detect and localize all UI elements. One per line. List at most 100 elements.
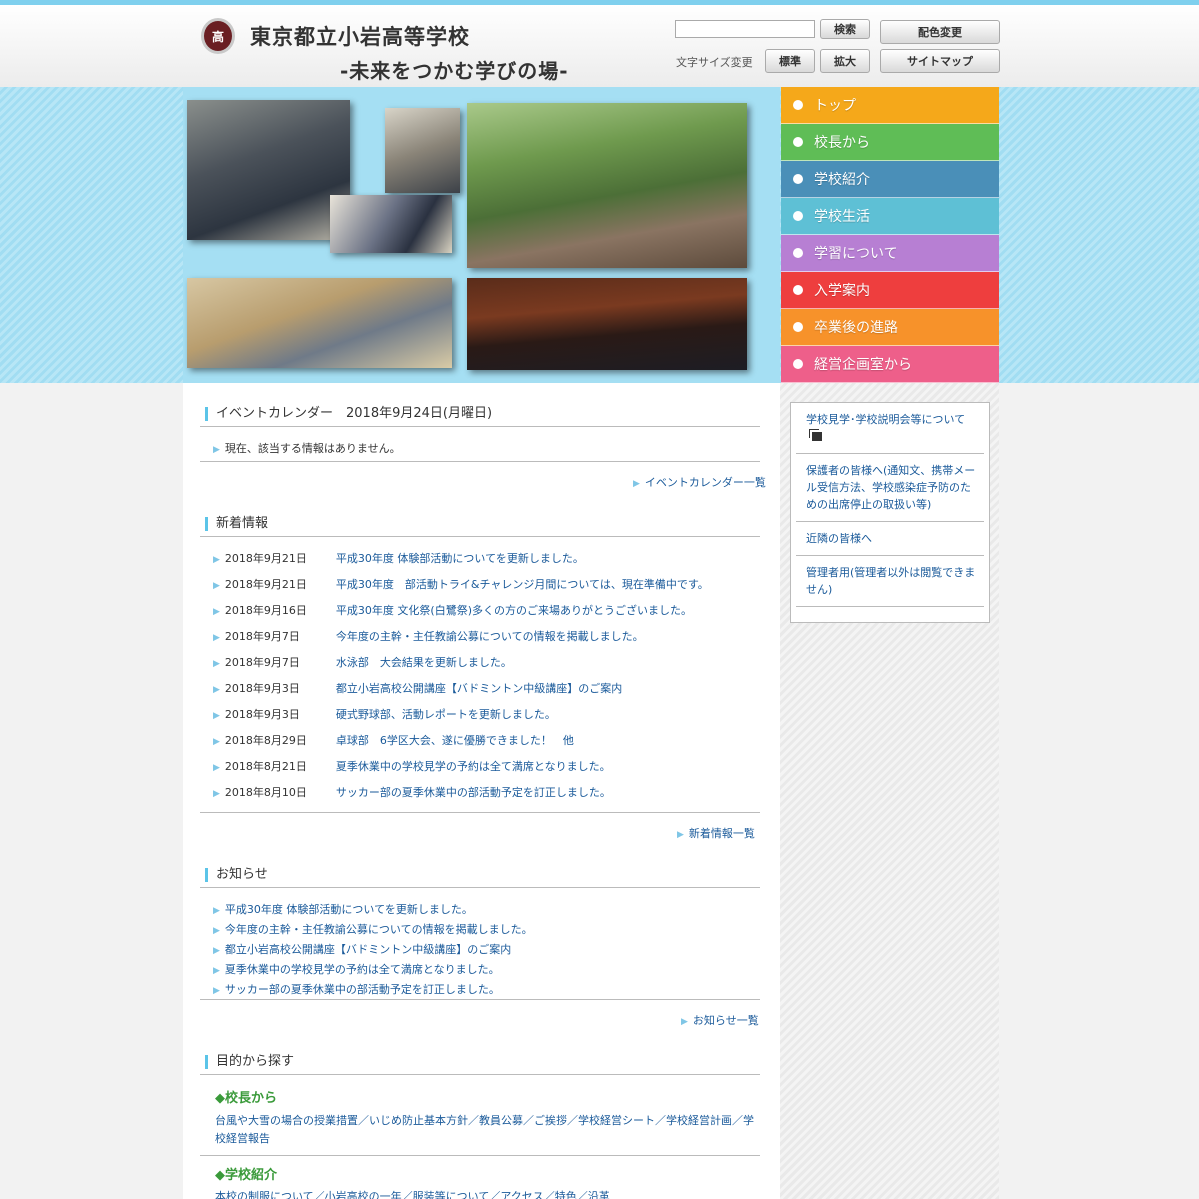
event-calendar-heading: イベントカレンダー 2018年9月24日(月曜日) bbox=[200, 402, 760, 427]
search-button[interactable]: 検索 bbox=[820, 19, 870, 39]
caret-icon: ▶ bbox=[213, 789, 220, 799]
font-large-button[interactable]: 拡大 bbox=[820, 49, 870, 73]
caret-icon: ▶ bbox=[213, 555, 220, 565]
sidebar-link[interactable]: 学校見学･学校説明会等について bbox=[796, 403, 984, 454]
news-date: 2018年9月16日 bbox=[224, 604, 307, 617]
sidebar-links-box: 学校見学･学校説明会等について保護者の皆様へ(通知文、携帯メール受信方法、学校感… bbox=[790, 402, 990, 623]
event-calendar-empty: ▶ 現在、該当する情報はありません。 bbox=[213, 442, 401, 455]
news-date: 2018年8月29日 bbox=[224, 734, 307, 747]
sidebar-link-label: 近隣の皆様へ bbox=[806, 532, 872, 545]
caret-icon: ▶ bbox=[677, 830, 684, 840]
notices-more-link[interactable]: ▶ お知らせ一覧 bbox=[681, 1012, 759, 1028]
caret-icon: ▶ bbox=[213, 685, 220, 695]
bullet-icon bbox=[793, 248, 803, 258]
news-date: 2018年9月3日 bbox=[224, 708, 300, 721]
caret-icon: ▶ bbox=[213, 926, 220, 936]
global-nav-item[interactable]: 卒業後の進路 bbox=[781, 309, 999, 346]
sidebar-link[interactable]: 管理者用(管理者以外は閲覧できません) bbox=[796, 556, 984, 607]
gym-photo bbox=[187, 278, 452, 368]
notice-link[interactable]: サッカー部の夏季休業中の部活動予定を訂正しました。 bbox=[225, 983, 500, 996]
divider bbox=[200, 999, 760, 1000]
bullet-icon bbox=[793, 137, 803, 147]
news-date: 2018年9月21日 bbox=[224, 578, 307, 591]
global-nav-item[interactable]: 学校生活 bbox=[781, 198, 999, 235]
global-nav-item[interactable]: 学校紹介 bbox=[781, 161, 999, 198]
news-link[interactable]: 平成30年度 部活動トライ&チャレンジ月間については、現在準備中です。 bbox=[336, 578, 709, 591]
bullet-icon bbox=[793, 100, 803, 110]
news-link[interactable]: サッカー部の夏季休業中の部活動予定を訂正しました。 bbox=[336, 786, 611, 799]
bullet-icon bbox=[793, 359, 803, 369]
purpose-group-links[interactable]: 本校の制服について／小岩高校の一年／服装等について／アクセス／特色／沿革 bbox=[215, 1188, 755, 1199]
notice-link[interactable]: 夏季休業中の学校見学の予約は全て満席となりました。 bbox=[225, 963, 500, 976]
global-nav-label: 学校紹介 bbox=[814, 172, 870, 188]
office-photo bbox=[385, 108, 460, 193]
news-row: ▶ 2018年9月3日 都立小岩高校公開講座【バドミントン中級講座】のご案内 bbox=[213, 680, 622, 696]
purpose-group-title: ◆学校紹介 bbox=[215, 1168, 277, 1183]
hiking-photo bbox=[467, 103, 747, 268]
news-row: ▶ 2018年8月29日 卓球部 6学区大会、遂に優勝できました！ 他 bbox=[213, 732, 574, 748]
news-row: ▶ 2018年9月7日 今年度の主幹・主任教諭公募についての情報を掲載しました。 bbox=[213, 628, 644, 644]
caret-icon: ▶ bbox=[213, 581, 220, 591]
sitemap-button[interactable]: サイトマップ bbox=[880, 49, 1000, 73]
purpose-group-links[interactable]: 台風や大雪の場合の授業措置／いじめ防止基本方針／教員公募／ご挨拶／学校経営シート… bbox=[215, 1112, 755, 1148]
news-link[interactable]: 今年度の主幹・主任教諭公募についての情報を掲載しました。 bbox=[336, 630, 644, 643]
site-subtitle: -未来をつかむ学びの場- bbox=[340, 59, 569, 83]
news-link[interactable]: 卓球部 6学区大会、遂に優勝できました！ 他 bbox=[336, 734, 574, 747]
notice-link[interactable]: 都立小岩高校公開講座【バドミントン中級講座】のご案内 bbox=[225, 943, 511, 956]
search-input[interactable] bbox=[675, 20, 815, 38]
caret-icon: ▶ bbox=[213, 763, 220, 773]
sidebar-link[interactable]: 近隣の皆様へ bbox=[796, 522, 984, 556]
news-date: 2018年8月10日 bbox=[224, 786, 307, 799]
notice-link[interactable]: 平成30年度 体験部活動についてを更新しました。 bbox=[225, 903, 473, 916]
notice-link[interactable]: 今年度の主幹・主任教諭公募についての情報を掲載しました。 bbox=[225, 923, 533, 936]
color-change-button[interactable]: 配色変更 bbox=[880, 20, 1000, 44]
news-link[interactable]: 平成30年度 文化祭(白鷺祭)多くの方のご来場ありがとうございました。 bbox=[336, 604, 692, 617]
caret-icon: ▶ bbox=[213, 711, 220, 721]
news-link[interactable]: 硬式野球部、活動レポートを更新しました。 bbox=[336, 708, 556, 721]
news-row: ▶ 2018年9月21日 平成30年度 体験部活動についてを更新しました。 bbox=[213, 550, 584, 566]
caret-icon: ▶ bbox=[213, 633, 220, 643]
purpose-group-title: ◆校長から bbox=[215, 1091, 277, 1106]
bullet-icon bbox=[793, 211, 803, 221]
news-row: ▶ 2018年8月10日 サッカー部の夏季休業中の部活動予定を訂正しました。 bbox=[213, 784, 611, 800]
global-nav-label: 学習について bbox=[814, 246, 898, 262]
bullet-icon bbox=[793, 285, 803, 295]
site-title[interactable]: 東京都立小岩高等学校 bbox=[250, 21, 470, 51]
global-nav: トップ校長から学校紹介学校生活学習について 入学案内卒業後の進路経営企画室から bbox=[781, 87, 999, 383]
news-more-link[interactable]: ▶ 新着情報一覧 bbox=[677, 825, 755, 841]
news-date: 2018年9月21日 bbox=[224, 552, 307, 565]
notice-row: ▶ サッカー部の夏季休業中の部活動予定を訂正しました。 bbox=[213, 981, 500, 997]
school-logo[interactable]: 高 bbox=[201, 18, 235, 54]
notice-row: ▶ 平成30年度 体験部活動についてを更新しました。 bbox=[213, 901, 473, 917]
news-link[interactable]: 都立小岩高校公開講座【バドミントン中級講座】のご案内 bbox=[336, 682, 622, 695]
news-row: ▶ 2018年9月16日 平成30年度 文化祭(白鷺祭)多くの方のご来場ありがとうご… bbox=[213, 602, 692, 618]
news-link[interactable]: 平成30年度 体験部活動についてを更新しました。 bbox=[336, 552, 584, 565]
bullet-icon bbox=[793, 174, 803, 184]
global-nav-label: 校長から bbox=[814, 135, 870, 151]
divider bbox=[200, 461, 760, 462]
sidebar-link[interactable]: 保護者の皆様へ(通知文、携帯メール受信方法、学校感染症予防のための出席停止の取扱… bbox=[796, 454, 984, 522]
caret-icon: ▶ bbox=[681, 1017, 688, 1027]
global-nav-item[interactable]: 校長から bbox=[781, 124, 999, 161]
news-date: 2018年8月21日 bbox=[224, 760, 307, 773]
event-calendar-more-link[interactable]: ▶ イベントカレンダー一覧 bbox=[633, 474, 766, 490]
caret-icon: ▶ bbox=[213, 986, 220, 996]
concert-photo bbox=[467, 278, 747, 370]
global-nav-label: 経営企画室から bbox=[814, 357, 912, 373]
news-link[interactable]: 夏季休業中の学校見学の予約は全て満席となりました。 bbox=[336, 760, 611, 773]
sidebar-link-label: 保護者の皆様へ(通知文、携帯メール受信方法、学校感染症予防のための出席停止の取扱… bbox=[806, 464, 976, 511]
global-nav-label: 入学案内 bbox=[814, 283, 870, 299]
global-nav-item[interactable]: 経営企画室から bbox=[781, 346, 999, 383]
news-row: ▶ 2018年9月21日 平成30年度 部活動トライ&チャレンジ月間については、現在… bbox=[213, 576, 709, 592]
global-nav-item[interactable]: 学習について bbox=[781, 235, 999, 272]
divider bbox=[200, 1155, 760, 1156]
caret-icon: ▶ bbox=[213, 737, 220, 747]
news-row: ▶ 2018年9月7日 水泳部 大会結果を更新しました。 bbox=[213, 654, 512, 670]
font-size-label: 文字サイズ変更 bbox=[676, 56, 753, 69]
new-window-icon bbox=[812, 432, 822, 441]
sidebar-link-label: 学校見学･学校説明会等について bbox=[806, 413, 966, 426]
global-nav-item[interactable]: 入学案内 bbox=[781, 272, 999, 309]
font-standard-button[interactable]: 標準 bbox=[765, 49, 815, 73]
news-link[interactable]: 水泳部 大会結果を更新しました。 bbox=[336, 656, 512, 669]
global-nav-item[interactable]: トップ bbox=[781, 87, 999, 124]
